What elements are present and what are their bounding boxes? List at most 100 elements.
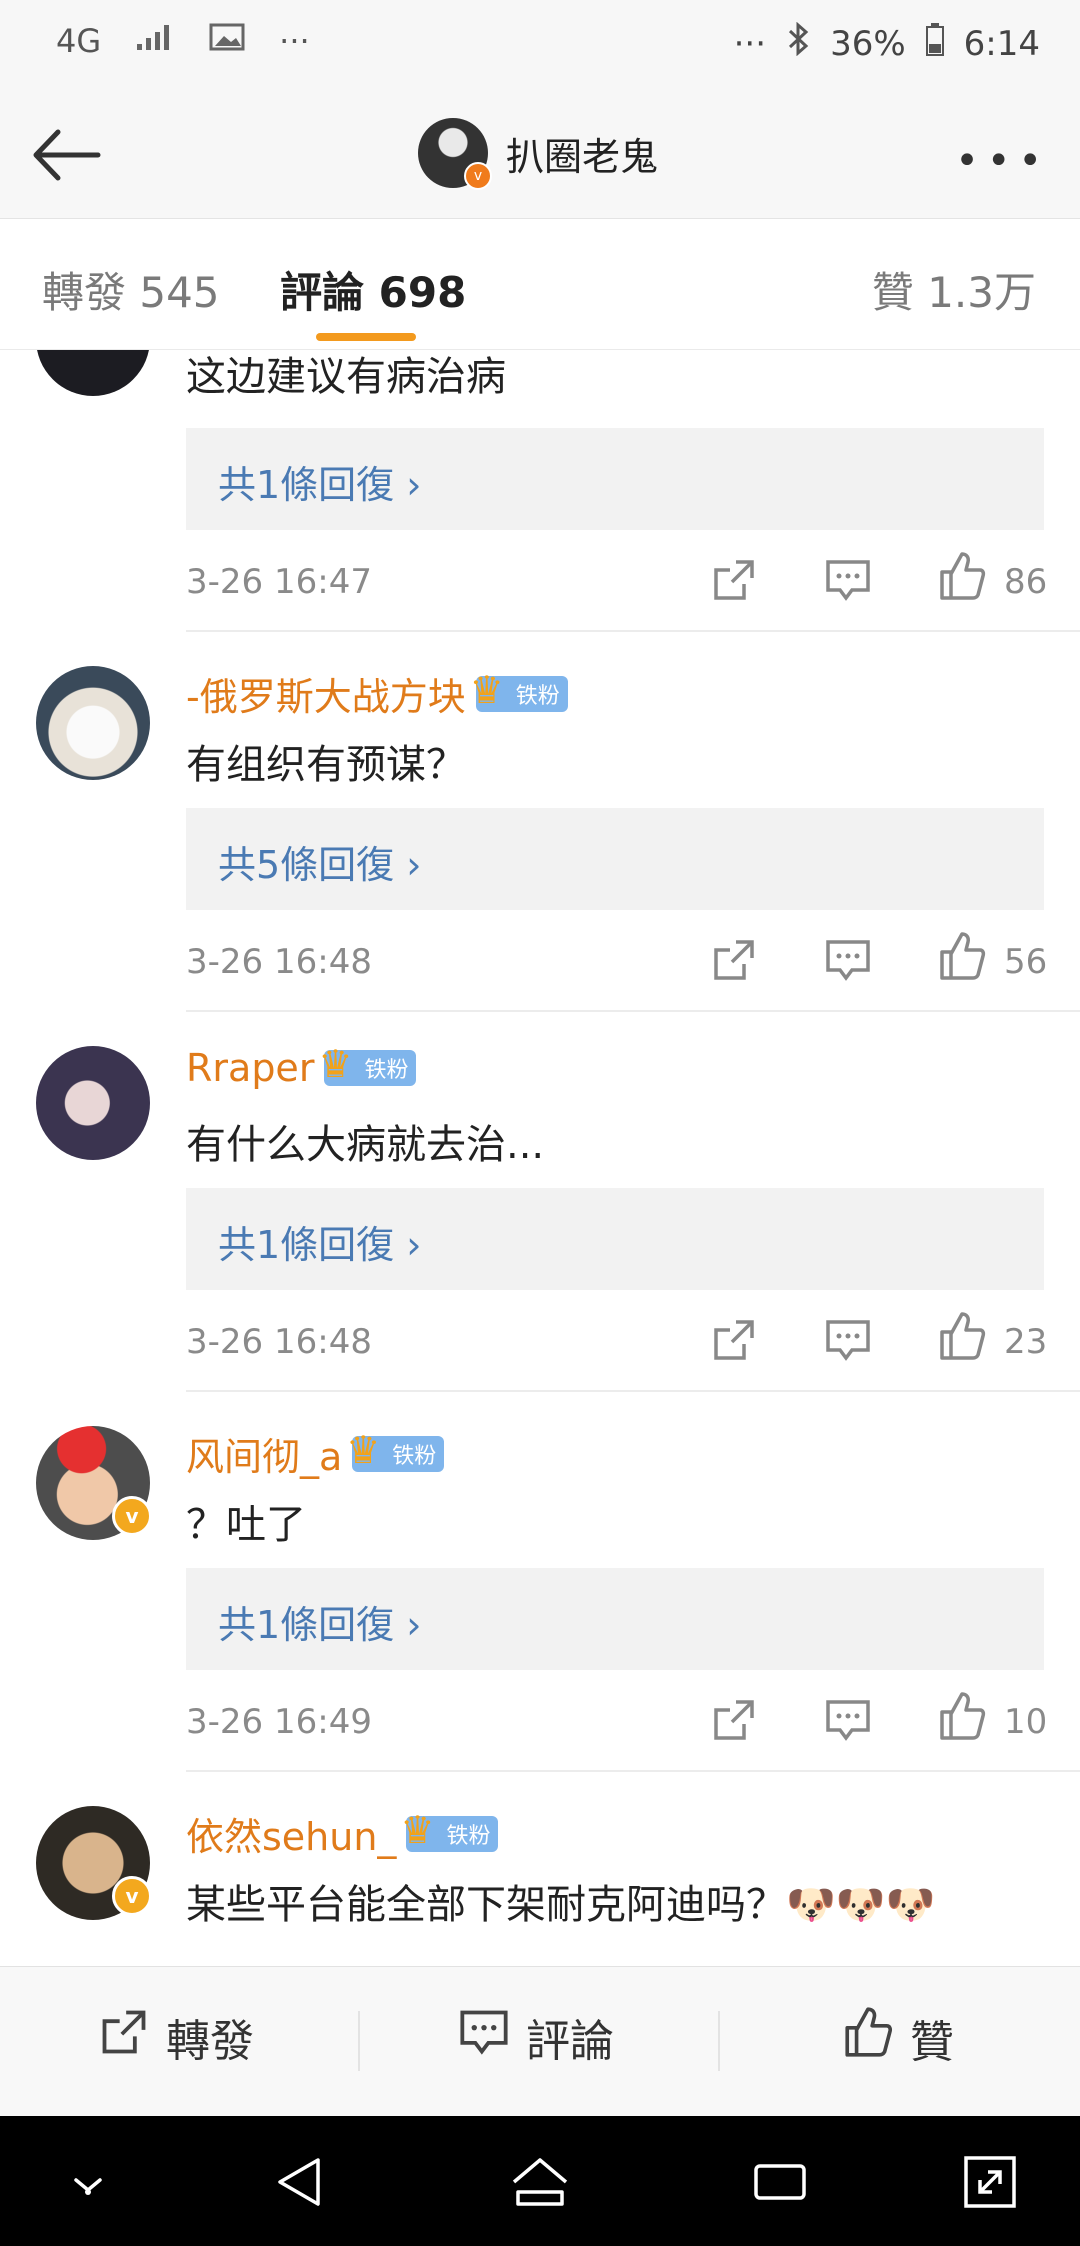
verified-badge-icon: v (464, 162, 492, 190)
comment-label: 評論 (526, 2016, 614, 2067)
comment-icon[interactable] (824, 556, 872, 604)
comment-icon[interactable] (824, 1696, 872, 1744)
battery-percent: 36% (830, 23, 906, 64)
reply-count-button[interactable]: 共1條回復 › (186, 428, 1044, 530)
bluetooth-icon (786, 21, 810, 65)
username[interactable]: Rraper ♛ 铁粉 (186, 1042, 417, 1090)
comment-icon[interactable] (824, 1316, 872, 1364)
share-icon[interactable] (710, 556, 758, 604)
more-status-right-icon: ··· (733, 23, 767, 64)
verified-badge-icon: v (112, 1876, 152, 1916)
username-text: 依然sehun_ (186, 1815, 397, 1859)
expand-nav-icon[interactable] (960, 2152, 1020, 2212)
verified-badge-icon: v (112, 1496, 152, 1536)
tab-comments[interactable]: 評論 698 (280, 259, 466, 320)
comment-button[interactable]: 評論 (458, 2005, 614, 2069)
fan-badge-label: 铁粉 (515, 683, 560, 709)
post-author[interactable]: v 扒圈老鬼 (418, 118, 659, 190)
like-icon[interactable] (938, 1310, 986, 1360)
crown-icon: ♛ (400, 1807, 435, 1852)
share-icon[interactable] (710, 1316, 758, 1364)
share-icon (98, 2006, 150, 2069)
tab-likes[interactable]: 贊 1.3万 (872, 259, 1036, 320)
status-bar: 4G ··· ··· 36% 6:14 (0, 0, 1080, 92)
more-status-icon: ··· (279, 22, 310, 60)
fan-badge-label: 铁粉 (392, 1443, 437, 1469)
reply-count-button[interactable]: 共5條回復 › (186, 808, 1044, 910)
comment-text: ？吐了 (186, 1502, 306, 1548)
like-label: 贊 (910, 2016, 954, 2068)
divider (186, 1390, 1080, 1392)
comment-text: 某些平台能全部下架耐克阿迪吗？🐶🐶🐶 (186, 1882, 936, 1928)
divider (718, 2011, 720, 2071)
battery-icon (925, 22, 944, 65)
comment-time: 3-26 16:47 (186, 562, 372, 602)
comment-list[interactable]: 这边建议有病治病 共1條回復 › 3-26 16:47 86 -俄罗斯大战方块 … (0, 350, 1080, 1966)
back-nav-icon[interactable] (270, 2152, 330, 2212)
reply-count-label: 共5條回復 › (218, 843, 422, 887)
network-indicator: 4G (56, 22, 102, 60)
fan-badge-label: 铁粉 (446, 1823, 491, 1849)
home-nav-icon[interactable] (510, 2152, 570, 2212)
share-icon[interactable] (710, 936, 758, 984)
comment-time: 3-26 16:48 (186, 1322, 372, 1362)
username[interactable]: 依然sehun_ ♛ 铁粉 (186, 1806, 499, 1861)
page-title: 扒圈老鬼 (506, 134, 659, 179)
comment-time: 3-26 16:49 (186, 1702, 372, 1742)
signal-icon (135, 22, 175, 60)
system-nav-bar (0, 2116, 1080, 2246)
like-icon[interactable] (938, 1690, 986, 1740)
recents-nav-icon[interactable] (750, 2152, 810, 2212)
fan-badge: ♛ 铁粉 (346, 1428, 445, 1472)
crown-icon: ♛ (469, 667, 504, 712)
author-avatar[interactable]: v (418, 118, 492, 190)
tab-reposts[interactable]: 轉發 545 (42, 259, 220, 320)
hide-nav-icon[interactable] (58, 2152, 118, 2212)
username-text: Rraper (186, 1046, 315, 1090)
like-count: 10 (1004, 1702, 1048, 1742)
fan-badge: ♛ 铁粉 (470, 668, 568, 712)
like-button[interactable]: 贊 (842, 2005, 954, 2070)
more-options-icon[interactable]: ••• (955, 138, 1050, 184)
reply-count-button[interactable]: 共1條回復 › (186, 1188, 1044, 1290)
repost-button[interactable]: 轉發 (98, 2005, 254, 2069)
image-icon (209, 22, 245, 60)
comment-text: 有组织有预谋？ (186, 742, 466, 788)
divider (186, 1770, 1080, 1772)
comment-text: 这边建议有病治病 (186, 354, 506, 400)
reply-count-label: 共1條回復 › (218, 1223, 422, 1267)
like-count: 56 (1004, 942, 1048, 982)
divider (358, 2011, 360, 2071)
divider (186, 1010, 1080, 1012)
avatar[interactable] (36, 1046, 150, 1160)
username[interactable]: 风间彻_a ♛ 铁粉 (186, 1426, 445, 1481)
reply-count-label: 共1條回復 › (218, 463, 422, 507)
like-icon (842, 2005, 894, 2070)
like-count: 86 (1004, 562, 1048, 602)
clock: 6:14 (963, 23, 1040, 64)
crown-icon: ♛ (346, 1427, 381, 1472)
reply-count-button[interactable]: 共1條回復 › (186, 1568, 1044, 1670)
fan-badge: ♛ 铁粉 (400, 1808, 499, 1852)
comment-time: 3-26 16:48 (186, 942, 372, 982)
comment-text: 有什么大病就去治... (186, 1122, 545, 1168)
top-bar: v 扒圈老鬼 ••• (0, 92, 1080, 219)
comment-icon[interactable] (824, 936, 872, 984)
fan-badge: ♛ 铁粉 (318, 1042, 417, 1086)
active-tab-indicator (316, 333, 416, 341)
back-arrow-icon[interactable] (28, 120, 106, 190)
like-icon[interactable] (938, 550, 986, 600)
username[interactable]: -俄罗斯大战方块 ♛ 铁粉 (186, 666, 568, 721)
tab-bar: 轉發 545 評論 698 贊 1.3万 (0, 219, 1080, 350)
username-text: -俄罗斯大战方块 (186, 675, 466, 719)
comment-icon (458, 2006, 510, 2069)
divider (186, 630, 1080, 632)
avatar[interactable] (36, 666, 150, 780)
crown-icon: ♛ (318, 1042, 353, 1086)
share-icon[interactable] (710, 1696, 758, 1744)
like-icon[interactable] (938, 930, 986, 980)
avatar[interactable] (36, 350, 150, 396)
username-text: 风间彻_a (186, 1435, 343, 1479)
repost-label: 轉發 (166, 2016, 254, 2067)
reply-count-label: 共1條回復 › (218, 1603, 422, 1647)
